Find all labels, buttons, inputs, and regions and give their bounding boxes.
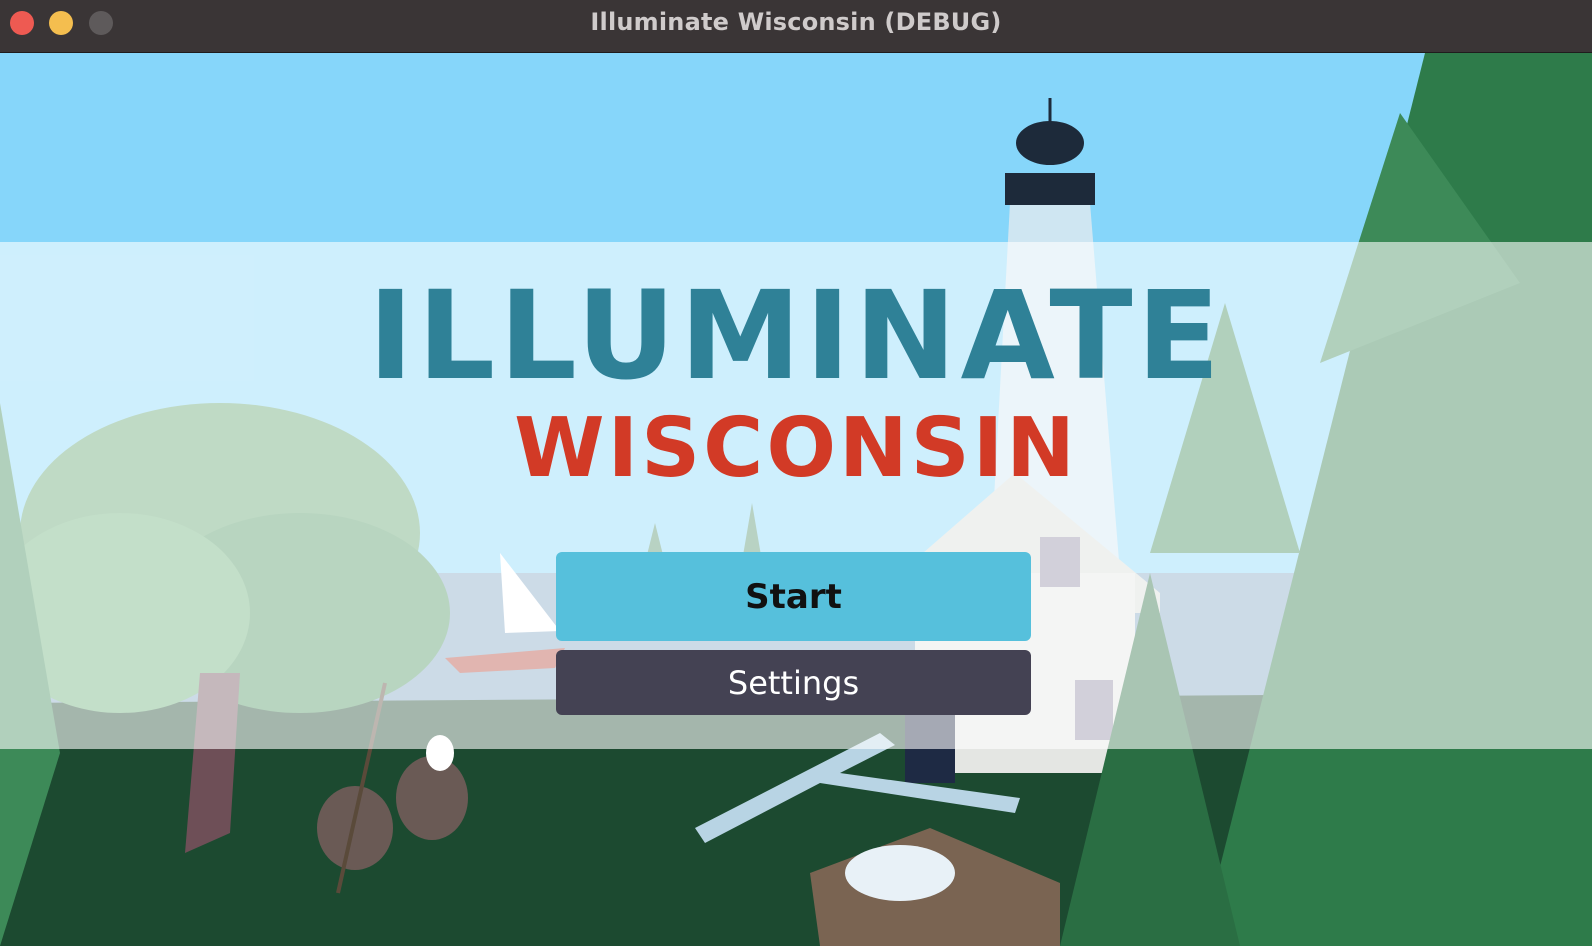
barrel (317, 786, 393, 870)
title-bar: Illuminate Wisconsin (DEBUG) (0, 0, 1592, 53)
pillow (845, 845, 955, 901)
app-window: Illuminate Wisconsin (DEBUG) ILLUMINATE … (0, 0, 1592, 946)
game-logo-subtitle: WISCONSIN (514, 401, 1078, 496)
game-logo-title: ILLUMINATE (368, 265, 1224, 407)
barrel (396, 756, 468, 840)
lighthouse-gallery (1005, 173, 1095, 205)
window-title: Illuminate Wisconsin (DEBUG) (590, 8, 1002, 36)
start-button[interactable]: Start (556, 552, 1031, 641)
lighthouse-cap (1016, 121, 1084, 165)
settings-button[interactable]: Settings (556, 650, 1031, 715)
game-viewport: ILLUMINATE WISCONSIN Start Settings (0, 53, 1592, 946)
